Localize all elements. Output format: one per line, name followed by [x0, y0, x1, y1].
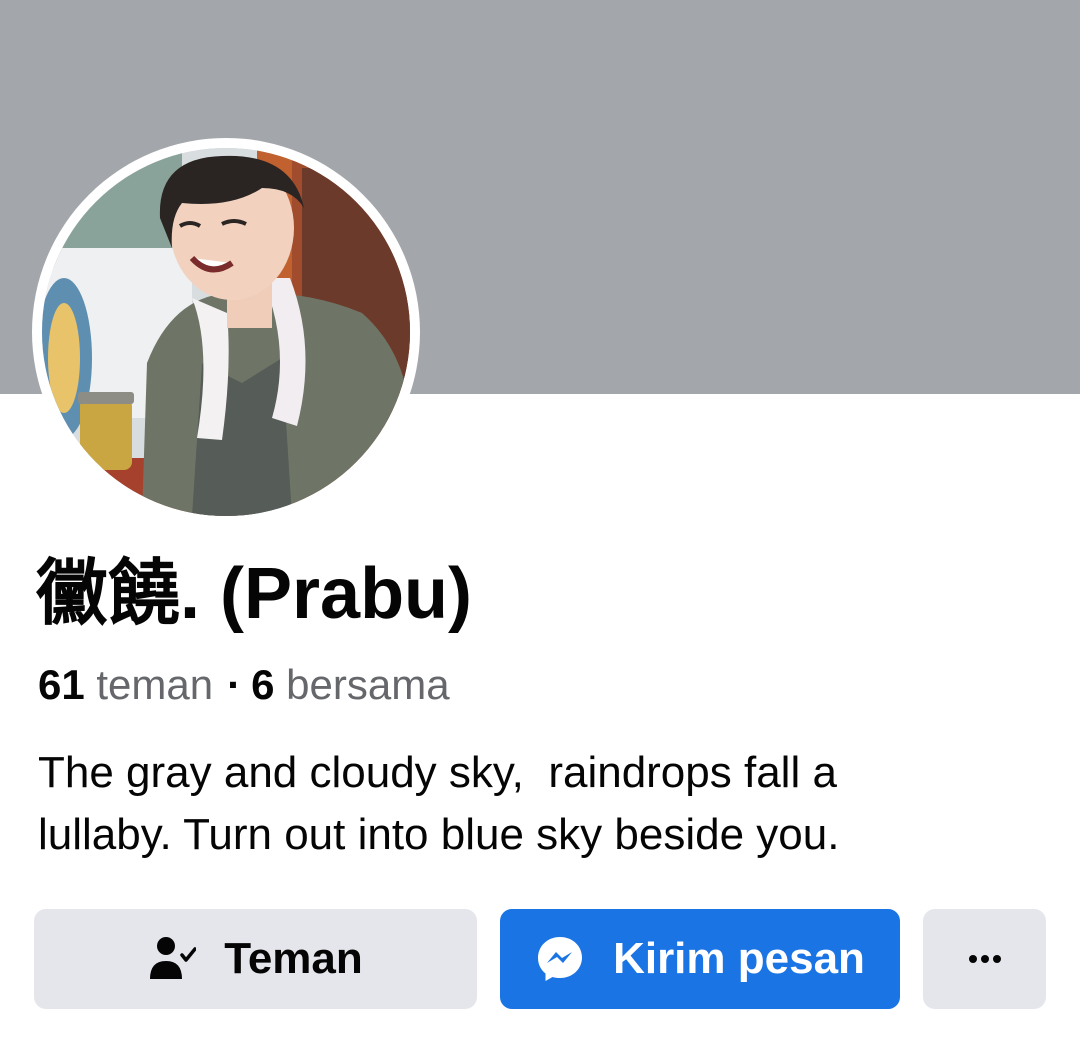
avatar-photo	[42, 148, 410, 516]
send-message-button[interactable]: Kirim pesan	[500, 909, 900, 1009]
friends-label: teman	[96, 661, 214, 708]
friend-stats[interactable]: 61 teman · 6 bersama	[38, 660, 450, 710]
bio-line: lullaby. Turn out into blue sky beside y…	[38, 810, 840, 859]
send-message-label: Kirim pesan	[613, 934, 865, 983]
friends-button[interactable]: Teman	[34, 909, 477, 1009]
profile-page: 黴饒. (Prabu) 61 teman · 6 bersama The gray …	[0, 0, 1080, 1054]
more-options-button[interactable]	[923, 909, 1046, 1009]
mutual-count: 6	[251, 661, 275, 708]
friends-count: 61	[38, 661, 85, 708]
profile-name: 黴饒. (Prabu)	[36, 554, 473, 634]
mutual-label: bersama	[286, 661, 450, 708]
profile-avatar[interactable]	[42, 148, 410, 516]
bio-line: The gray and cloudy sky, raindrops fall …	[38, 748, 837, 797]
person-check-icon	[148, 935, 197, 983]
messenger-icon	[535, 934, 585, 984]
friends-button-label: Teman	[224, 934, 363, 983]
stats-separator: ·	[227, 661, 242, 708]
more-horizontal-icon	[968, 954, 1002, 964]
profile-bio: The gray and cloudy sky, raindrops fall …	[38, 742, 1038, 866]
